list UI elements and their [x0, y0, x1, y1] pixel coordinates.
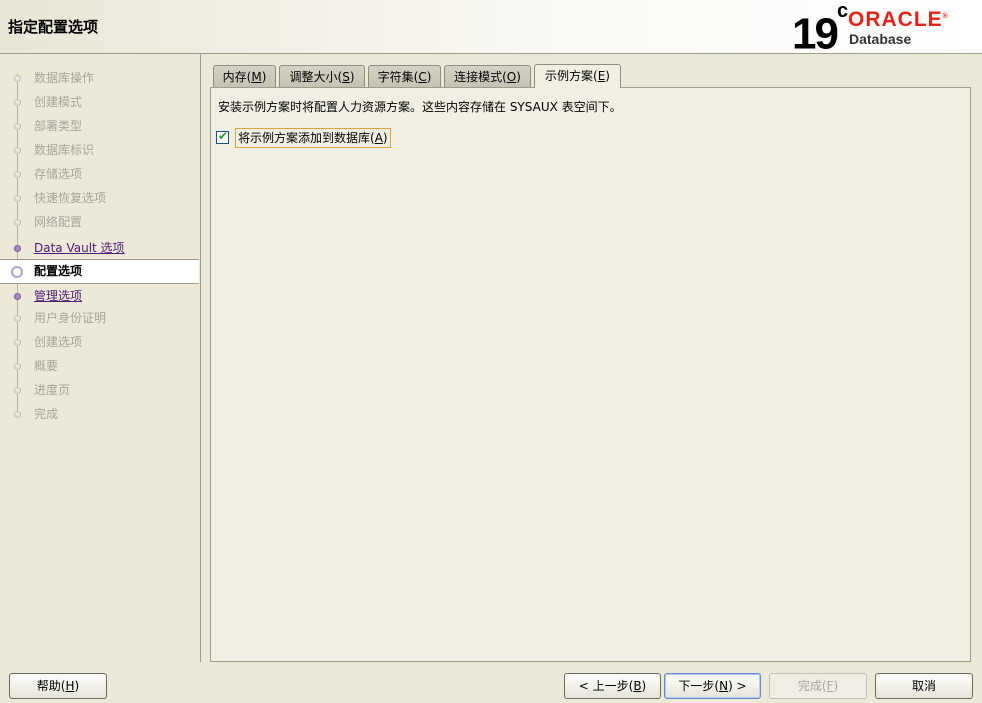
- current-step-icon: [11, 266, 23, 278]
- tab-panel: [210, 87, 971, 662]
- step-dot-icon: [14, 195, 21, 202]
- next-button[interactable]: 下一步(N) >: [664, 673, 761, 699]
- step-database-operation: 数据库操作: [0, 67, 199, 90]
- tab-sizing[interactable]: 调整大小(S): [279, 65, 365, 88]
- back-button[interactable]: < 上一步(B): [564, 673, 661, 699]
- step-deployment-type: 部署类型: [0, 115, 199, 138]
- step-dot-icon: [14, 123, 21, 130]
- step-dot-icon: [14, 363, 21, 370]
- step-dot-icon: [14, 293, 21, 300]
- step-management-options[interactable]: 管理选项: [0, 285, 199, 308]
- tab-memory[interactable]: 内存(M): [213, 65, 276, 88]
- step-creation-option: 创建选项: [0, 331, 199, 354]
- step-dot-icon: [14, 99, 21, 106]
- sample-schema-description: 安装示例方案时将配置人力资源方案。这些内容存储在 SYSAUX 表空间下。: [218, 100, 622, 114]
- step-dot-icon: [14, 75, 21, 82]
- step-dot-icon: [14, 387, 21, 394]
- step-dot-icon: [14, 411, 21, 418]
- step-storage-option: 存储选项: [0, 163, 199, 186]
- step-data-vault-option[interactable]: Data Vault 选项: [0, 237, 199, 260]
- step-database-identification: 数据库标识: [0, 139, 199, 162]
- tab-sample-schemas[interactable]: 示例方案(E): [534, 64, 621, 88]
- step-user-credentials: 用户身份证明: [0, 307, 199, 330]
- step-dot-icon: [14, 245, 21, 252]
- step-sidebar: 数据库操作 创建模式 部署类型 数据库标识 存储选项 快速恢复选项 网络配置 D…: [0, 54, 201, 662]
- logo-version: 19c: [792, 0, 849, 59]
- step-dot-icon: [14, 171, 21, 178]
- step-progress-page: 进度页: [0, 379, 199, 402]
- add-sample-schemas-checkbox[interactable]: ✔: [216, 129, 229, 144]
- tab-character-sets[interactable]: 字符集(C): [368, 65, 441, 88]
- step-configuration-options: 配置选项: [0, 259, 199, 284]
- logo-brand: ORACLE®: [848, 8, 949, 31]
- page-title: 指定配置选项: [8, 18, 99, 36]
- step-network-configuration: 网络配置: [0, 211, 199, 234]
- step-fast-recovery-option: 快速恢复选项: [0, 187, 199, 210]
- step-creation-mode: 创建模式: [0, 91, 199, 114]
- header-bar: 指定配置选项 19c ORACLE® Database: [0, 0, 982, 59]
- add-sample-schemas-label[interactable]: 将示例方案添加到数据库(A): [235, 128, 391, 148]
- step-dot-icon: [14, 315, 21, 322]
- step-dot-icon: [14, 219, 21, 226]
- cancel-button[interactable]: 取消: [875, 673, 973, 699]
- checkmark-icon: ✔: [218, 129, 229, 143]
- finish-button: 完成(F): [769, 673, 867, 699]
- logo-product: Database: [849, 31, 912, 47]
- step-summary: 概要: [0, 355, 199, 378]
- step-dot-icon: [14, 147, 21, 154]
- help-button[interactable]: 帮助(H): [9, 673, 107, 699]
- tab-connection-mode[interactable]: 连接模式(O): [444, 65, 531, 88]
- step-dot-icon: [14, 339, 21, 346]
- step-finish: 完成: [0, 403, 199, 426]
